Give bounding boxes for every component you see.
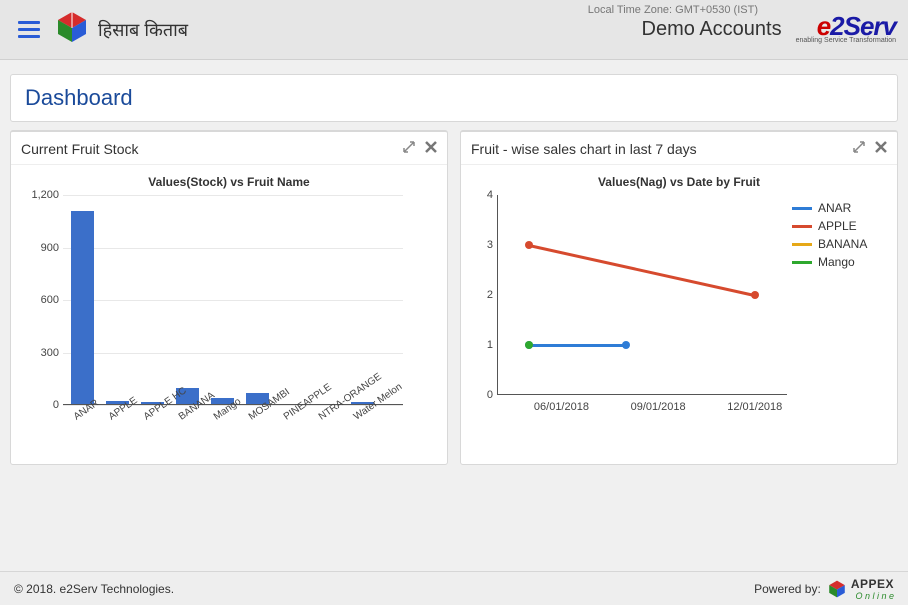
close-icon[interactable] (425, 140, 437, 158)
legend-swatch-icon (792, 243, 812, 246)
line-segment-apple (529, 244, 755, 297)
bar-anar (71, 211, 94, 405)
appex-logo: APPEX O n l i n e (827, 577, 894, 601)
bar-xlabel: PINEAPPLE (282, 400, 307, 422)
panel-stock-header: Current Fruit Stock (11, 132, 447, 165)
legend-label: APPLE (818, 219, 857, 233)
panel-stock-body: Values(Stock) vs Fruit Name 03006009001,… (11, 165, 447, 411)
bar-ytick: 1,200 (19, 189, 59, 201)
line-xtick: 06/01/2018 (534, 401, 589, 413)
legend-item-anar[interactable]: ANAR (792, 201, 902, 215)
brand-cube-icon (54, 9, 90, 50)
timezone-label: Local Time Zone: GMT+0530 (IST) (588, 4, 758, 16)
line-xtick: 12/01/2018 (727, 401, 782, 413)
bar-xlabel: BANANA (177, 400, 202, 422)
line-ytick: 4 (475, 189, 493, 201)
close-icon[interactable] (875, 140, 887, 158)
brand-text: हिसाब किताब (98, 18, 188, 42)
menu-hamburger-icon[interactable] (12, 11, 46, 48)
sales-line-chart: 01234 06/01/201809/01/201812/01/2018 ANA… (497, 195, 787, 395)
bar-ytick: 900 (19, 242, 59, 254)
legend-swatch-icon (792, 261, 812, 264)
bar-xlabel: NTRA-ORANGE (317, 400, 342, 422)
panel-sales-body: Values(Nag) vs Date by Fruit 01234 06/01… (461, 165, 897, 401)
e2serv-tagline: enabling Service Transformation (796, 38, 896, 44)
point-mango (525, 341, 533, 349)
line-xtick: 09/01/2018 (631, 401, 686, 413)
line-ytick: 3 (475, 239, 493, 251)
account-name: Demo Accounts (642, 18, 782, 41)
point-apple (751, 291, 759, 299)
point-anar (622, 341, 630, 349)
page-title: Dashboard (25, 85, 883, 111)
panel-sales: Fruit - wise sales chart in last 7 days … (460, 130, 898, 465)
bar-xlabel: APPLE (107, 400, 132, 422)
footer-copyright: © 2018. e2Serv Technologies. (14, 582, 174, 596)
line-ytick: 2 (475, 289, 493, 301)
legend-item-apple[interactable]: APPLE (792, 219, 902, 233)
panels-row: Current Fruit Stock Values(Stock) vs Fru… (0, 130, 908, 465)
panel-sales-header: Fruit - wise sales chart in last 7 days (461, 132, 897, 165)
bar-xlabel: Water Melon (352, 400, 377, 422)
legend-label: ANAR (818, 201, 851, 215)
panel-stock-title: Current Fruit Stock (21, 141, 138, 157)
appex-main: APPEX (851, 577, 894, 591)
bar-ytick: 0 (19, 399, 59, 411)
legend-swatch-icon (792, 207, 812, 210)
panel-sales-title: Fruit - wise sales chart in last 7 days (471, 141, 697, 157)
powered-by-label: Powered by: (754, 582, 821, 596)
sales-chart-title: Values(Nag) vs Date by Fruit (467, 175, 891, 189)
stock-chart-title: Values(Stock) vs Fruit Name (17, 175, 441, 189)
appex-cube-icon (827, 579, 847, 599)
appex-sub: O n l i n e (851, 591, 894, 601)
e2serv-logo: e2Serv enabling Service Transformation (796, 15, 896, 45)
panel-stock: Current Fruit Stock Values(Stock) vs Fru… (10, 130, 448, 465)
bar-ytick: 300 (19, 347, 59, 359)
bar-xlabel: APPLE HC (142, 400, 167, 422)
bar-xlabel: MOSAMBI (247, 400, 272, 422)
legend-item-banana[interactable]: BANANA (792, 237, 902, 251)
legend-label: Mango (818, 255, 855, 269)
sales-legend: ANAR APPLE BANANA Mango (792, 201, 902, 273)
page-title-bar: Dashboard (10, 74, 898, 122)
top-right: Demo Accounts e2Serv enabling Service Tr… (642, 15, 896, 45)
expand-icon[interactable] (853, 140, 865, 158)
bar-ytick: 600 (19, 294, 59, 306)
legend-item-mango[interactable]: Mango (792, 255, 902, 269)
point-apple (525, 241, 533, 249)
expand-icon[interactable] (403, 140, 415, 158)
legend-label: BANANA (818, 237, 867, 251)
top-bar: हिसाब किताब Local Time Zone: GMT+0530 (I… (0, 0, 908, 60)
legend-swatch-icon (792, 225, 812, 228)
stock-bar-chart: 03006009001,200 ANARAPPLEAPPLE HCBANANAM… (63, 195, 403, 405)
footer: © 2018. e2Serv Technologies. Powered by:… (0, 571, 908, 605)
line-ytick: 1 (475, 339, 493, 351)
line-segment-anar (529, 344, 626, 347)
bar-xlabel: Mango (212, 400, 237, 422)
bar-xlabel: ANAR (72, 400, 97, 422)
line-ytick: 0 (475, 389, 493, 401)
